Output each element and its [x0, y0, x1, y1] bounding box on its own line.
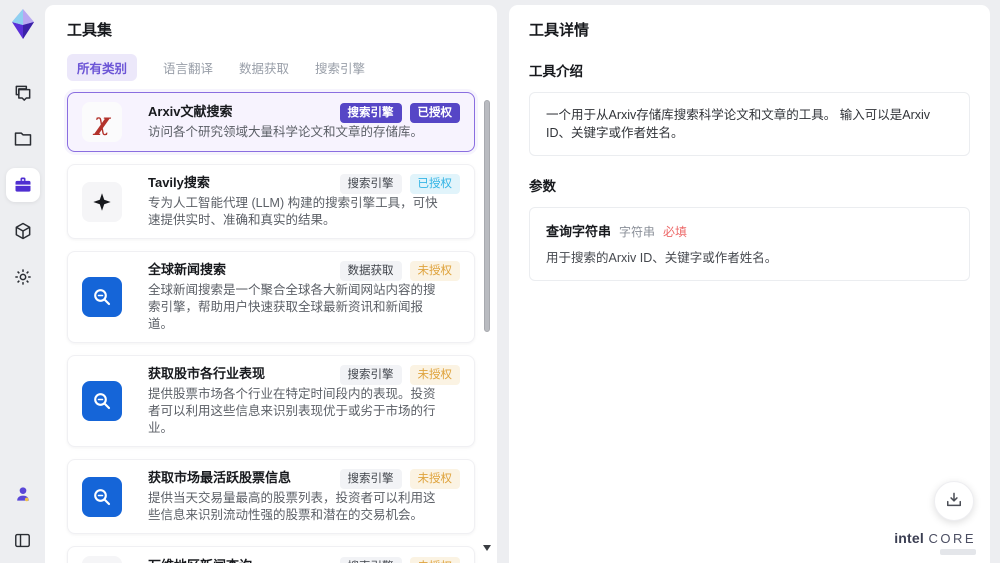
download-button[interactable]	[934, 481, 974, 521]
content-panels: 工具集 所有类别 语言翻译 数据获取 搜索引擎 χ Arxiv文献搜索 搜索引擎 已授…	[45, 0, 1000, 563]
intro-text: 一个用于从Arxiv存储库搜索科学论文和文章的工具。 输入可以是Arxiv ID…	[546, 108, 931, 140]
tool-description: 全球新闻搜索是一个聚合全球各大新闻网站内容的搜索引擎，帮助用户快速获取全球最新资…	[148, 283, 436, 331]
auth-status-badge: 未授权	[409, 365, 460, 385]
tool-card[interactable]: 获取股市各行业表现 搜索引擎 未授权 提供股票市场各个行业在特定时间段内的表现。…	[67, 355, 475, 447]
details-title: 工具详情	[529, 22, 590, 39]
category-badge: 搜索引擎	[339, 174, 402, 194]
user-icon	[13, 484, 33, 504]
list-scrollbar[interactable]	[483, 93, 491, 553]
tool-card[interactable]: Tavily搜索 搜索引擎 已授权 专为人工智能代理 (LLM) 构建的搜索引擎…	[67, 164, 475, 239]
tool-name: Arxiv文献搜索	[148, 104, 233, 119]
magnifier-app-icon	[82, 476, 122, 517]
tool-description: 访问各个研究领域大量科学论文和文章的存储库。	[148, 125, 424, 139]
folder-icon	[13, 129, 33, 149]
intro-box: 一个用于从Arxiv存储库搜索科学论文和文章的工具。 输入可以是Arxiv ID…	[529, 92, 970, 156]
category-badge: 搜索引擎	[339, 557, 402, 563]
auth-status-badge: 未授权	[409, 469, 460, 489]
sidebar-item-files[interactable]	[6, 122, 40, 156]
tool-card[interactable]: χ Arxiv文献搜索 搜索引擎 已授权 访问各个研究领域大量科学论文和文章的存…	[67, 92, 475, 152]
tool-name: Tavily搜索	[148, 175, 210, 190]
tool-description: 专为人工智能代理 (LLM) 构建的搜索引擎工具，可快速提供实时、准确和真实的结…	[148, 196, 438, 227]
tool-card[interactable]: 全球新闻搜索 数据获取 未授权 全球新闻搜索是一个聚合全球各大新闻网站内容的搜索…	[67, 251, 475, 343]
sidebar-item-account[interactable]	[6, 477, 40, 511]
param-type: 字符串	[619, 225, 656, 239]
intel-core-logo: intel CORE	[894, 531, 976, 555]
auth-status-badge: 已授权	[409, 103, 460, 123]
param-required-badge: 必填	[663, 225, 688, 239]
tool-details-panel: 工具详情 工具介绍 一个用于从Arxiv存储库搜索科学论文和文章的工具。 输入可…	[509, 5, 990, 563]
param-name: 查询字符串	[546, 224, 612, 239]
param-header: 查询字符串 字符串 必填	[546, 221, 953, 240]
category-badge: 搜索引擎	[339, 469, 402, 489]
magnifier-app-icon	[82, 381, 122, 421]
tool-name: 获取股市各行业表现	[148, 366, 266, 381]
category-tabs: 所有类别 语言翻译 数据获取 搜索引擎	[67, 53, 475, 81]
sidebar-item-packages[interactable]	[6, 214, 40, 248]
sidebar	[0, 0, 45, 563]
params-heading: 参数	[529, 179, 556, 194]
tool-list-panel: 工具集 所有类别 语言翻译 数据获取 搜索引擎 χ Arxiv文献搜索 搜索引擎 已授…	[45, 5, 497, 563]
gear-icon	[13, 267, 33, 287]
sidebar-item-toolbox[interactable]	[5, 168, 40, 202]
sidebar-item-collapse[interactable]	[6, 523, 40, 557]
scrollbar-thumb[interactable]	[484, 100, 490, 332]
category-tab[interactable]: 语言翻译	[163, 54, 213, 81]
tool-name: 获取市场最活跃股票信息	[148, 470, 292, 485]
category-badge: 搜索引擎	[339, 365, 402, 385]
category-tab[interactable]: 所有类别	[67, 53, 138, 81]
building-icon	[82, 556, 122, 563]
category-badge: 搜索引擎	[339, 103, 402, 123]
tool-name: 万维地区新闻查询	[148, 557, 252, 563]
auth-status-badge: 未授权	[409, 261, 460, 281]
magnifier-app-icon	[82, 277, 122, 317]
tool-card[interactable]: 获取市场最活跃股票信息 搜索引擎 未授权 提供当天交易量最高的股票列表，投资者可…	[67, 459, 475, 534]
app-logo-icon	[8, 8, 38, 40]
scrollbar-down-arrow-icon[interactable]	[483, 545, 491, 551]
collapse-panel-icon	[13, 531, 32, 550]
tool-name: 全球新闻搜索	[148, 262, 227, 277]
sidebar-item-chat[interactable]	[6, 76, 40, 110]
briefcase-icon	[13, 175, 33, 195]
brand-core-text: CORE	[928, 531, 976, 546]
tool-description: 提供当天交易量最高的股票列表，投资者可以利用这些信息来识别流动性强的股票和潜在的…	[148, 491, 436, 522]
brand-subtext-bar	[940, 549, 976, 555]
app-root: 工具集 所有类别 语言翻译 数据获取 搜索引擎 χ Arxiv文献搜索 搜索引擎 已授…	[0, 0, 1000, 563]
category-tab[interactable]: 数据获取	[239, 54, 289, 81]
tool-card[interactable]: 万维地区新闻查询 搜索引擎 未授权 查询具体行政区划内的新闻，快速了解各地新闻动	[67, 546, 475, 563]
param-description: 用于搜索的Arxiv ID、关键字或作者姓名。	[546, 251, 778, 265]
tool-description: 提供股票市场各个行业在特定时间段内的表现。投资者可以利用这些信息来识别表现优于或…	[148, 387, 436, 435]
intro-heading: 工具介绍	[529, 64, 583, 79]
param-box: 查询字符串 字符串 必填 用于搜索的Arxiv ID、关键字或作者姓名。	[529, 207, 970, 281]
arxiv-logo-icon: χ	[82, 102, 122, 142]
tool-list: χ Arxiv文献搜索 搜索引擎 已授权 访问各个研究领域大量科学论文和文章的存…	[67, 92, 475, 563]
category-badge: 数据获取	[339, 261, 402, 281]
auth-status-badge: 未授权	[409, 557, 460, 563]
sparkle-icon	[82, 181, 122, 222]
sidebar-item-settings[interactable]	[6, 260, 40, 294]
chat-icon	[13, 83, 33, 103]
download-icon	[944, 490, 964, 513]
category-tab[interactable]: 搜索引擎	[315, 54, 365, 81]
brand-intel-text: intel	[894, 530, 924, 546]
cube-icon	[13, 221, 33, 241]
auth-status-badge: 已授权	[409, 174, 460, 194]
page-title: 工具集	[67, 22, 113, 39]
